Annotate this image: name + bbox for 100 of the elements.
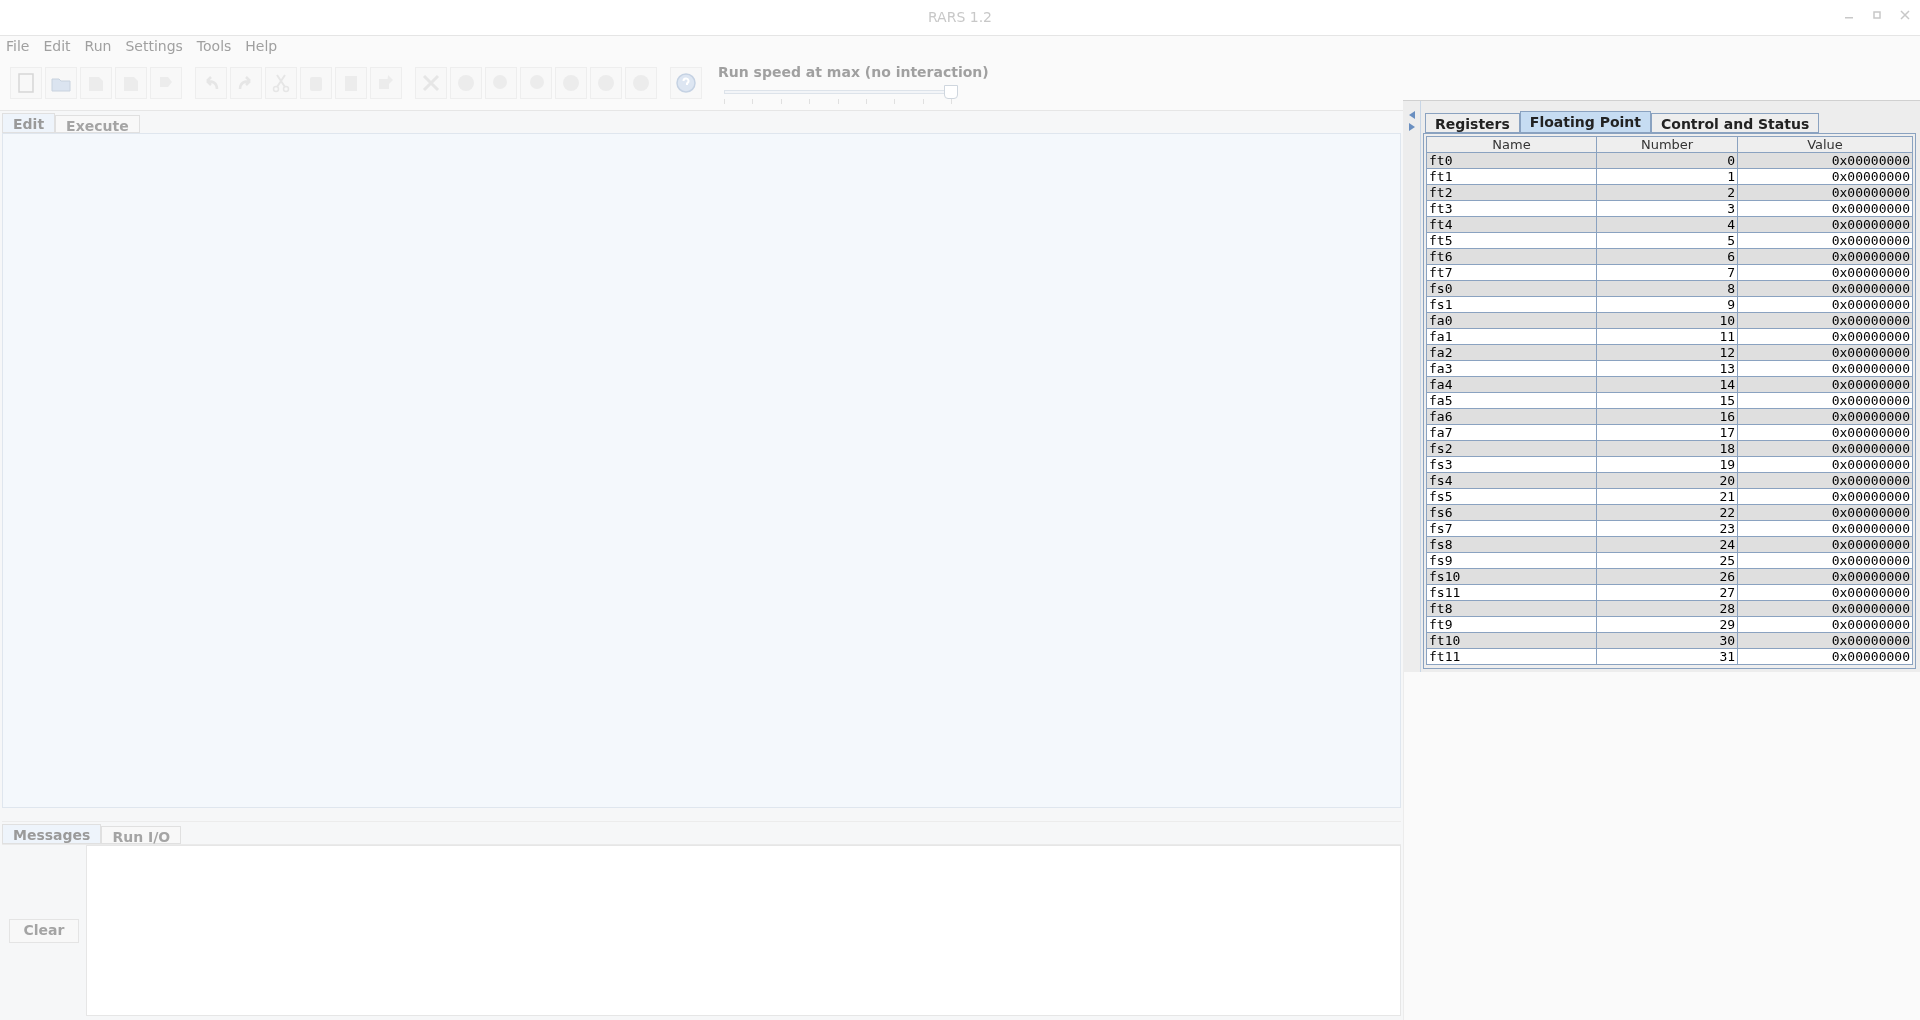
table-cell: 0x00000000 [1737, 584, 1913, 601]
table-cell: 0x00000000 [1737, 552, 1913, 569]
table-cell: ft0 [1426, 152, 1597, 169]
table-cell: 0x00000000 [1737, 360, 1913, 377]
editor-area[interactable] [2, 133, 1401, 808]
table-cell: 0x00000000 [1737, 392, 1913, 409]
table-cell: fs4 [1426, 472, 1597, 489]
menu-item[interactable]: Edit [43, 35, 71, 57]
table-cell: ft1 [1426, 168, 1597, 185]
table-cell: 29 [1596, 616, 1738, 633]
table-cell: 0x00000000 [1737, 600, 1913, 617]
table-cell: ft11 [1426, 648, 1597, 665]
table-cell: ft2 [1426, 184, 1597, 201]
close-icon[interactable] [1900, 10, 1910, 20]
menu-item[interactable]: Run [84, 35, 112, 57]
table-cell: 31 [1596, 648, 1738, 665]
table-cell: ft7 [1426, 264, 1597, 281]
column-header[interactable]: Name [1426, 136, 1597, 153]
column-header[interactable]: Number [1596, 136, 1738, 153]
table-cell: 0x00000000 [1737, 328, 1913, 345]
table-cell: 21 [1596, 488, 1738, 505]
table-cell: 8 [1596, 280, 1738, 297]
toolbar-button[interactable] [45, 67, 77, 99]
table-cell: ft4 [1426, 216, 1597, 233]
table-cell: fs9 [1426, 552, 1597, 569]
maximize-icon[interactable] [1872, 10, 1882, 20]
collapse-left-icon[interactable] [1408, 111, 1415, 119]
table-cell: fs10 [1426, 568, 1597, 585]
table-cell: fs11 [1426, 584, 1597, 601]
table-cell: fa4 [1426, 376, 1597, 393]
table-cell: 24 [1596, 536, 1738, 553]
table-cell: 6 [1596, 248, 1738, 265]
table-cell: 0x00000000 [1737, 408, 1913, 425]
menu-item[interactable]: File [6, 35, 30, 57]
table-cell: ft9 [1426, 616, 1597, 633]
table-cell: 14 [1596, 376, 1738, 393]
table-cell: fa5 [1426, 392, 1597, 409]
menu-item[interactable]: Help [245, 35, 278, 57]
table-cell: fs3 [1426, 456, 1597, 473]
table-cell: 25 [1596, 552, 1738, 569]
column-header[interactable]: Value [1737, 136, 1913, 153]
table-cell: 0x00000000 [1737, 536, 1913, 553]
table-cell: fa7 [1426, 424, 1597, 441]
table-cell: 4 [1596, 216, 1738, 233]
table-cell: 0x00000000 [1737, 280, 1913, 297]
tab[interactable]: Edit [2, 113, 56, 133]
clear-button[interactable]: Clear [9, 918, 79, 943]
table-cell: 9 [1596, 296, 1738, 313]
table-cell: 0x00000000 [1737, 168, 1913, 185]
table-cell: 0x00000000 [1737, 520, 1913, 537]
table-cell: 5 [1596, 232, 1738, 249]
table-cell: 30 [1596, 632, 1738, 649]
table-cell: 0x00000000 [1737, 296, 1913, 313]
table-cell: 0x00000000 [1737, 232, 1913, 249]
table-cell: fa3 [1426, 360, 1597, 377]
table-cell: 0x00000000 [1737, 632, 1913, 649]
table-cell: fs6 [1426, 504, 1597, 521]
table-cell: 28 [1596, 600, 1738, 617]
table-cell: 19 [1596, 456, 1738, 473]
table-cell: fa1 [1426, 328, 1597, 345]
tab[interactable]: Execute [55, 115, 140, 133]
toolbar-button[interactable] [10, 67, 42, 99]
table-cell: 10 [1596, 312, 1738, 329]
table-cell: fa6 [1426, 408, 1597, 425]
run-speed-label: Run speed at max (no interaction) [718, 62, 989, 82]
table-cell: 0x00000000 [1737, 248, 1913, 265]
tab[interactable]: Floating Point [1519, 111, 1651, 133]
toolbar-button[interactable] [670, 67, 702, 99]
expand-right-icon[interactable] [1408, 123, 1415, 131]
table-cell: 16 [1596, 408, 1738, 425]
tab[interactable]: Messages [2, 824, 102, 844]
table-cell: fs1 [1426, 296, 1597, 313]
table-cell: 7 [1596, 264, 1738, 281]
table-cell: fs5 [1426, 488, 1597, 505]
table-cell: 0x00000000 [1737, 456, 1913, 473]
menu-item[interactable]: Settings [125, 35, 183, 57]
table-cell: fs7 [1426, 520, 1597, 537]
menu-item[interactable]: Tools [196, 35, 232, 57]
table-cell: 27 [1596, 584, 1738, 601]
table-cell: ft8 [1426, 600, 1597, 617]
table-cell: 3 [1596, 200, 1738, 217]
table-cell: fa0 [1426, 312, 1597, 329]
table-cell: ft10 [1426, 632, 1597, 649]
table-cell: 0x00000000 [1737, 424, 1913, 441]
table-cell: fs0 [1426, 280, 1597, 297]
tab[interactable]: Registers [1425, 113, 1520, 133]
table-cell: 2 [1596, 184, 1738, 201]
table-cell: 11 [1596, 328, 1738, 345]
tab[interactable]: Run I/O [101, 826, 182, 844]
table-cell: fs8 [1426, 536, 1597, 553]
table-cell: 0x00000000 [1737, 648, 1913, 665]
table-cell: fa2 [1426, 344, 1597, 361]
tab[interactable]: Control and Status [1651, 113, 1820, 133]
table-cell: 0x00000000 [1737, 616, 1913, 633]
table-cell: 1 [1596, 168, 1738, 185]
table-cell: 0x00000000 [1737, 184, 1913, 201]
messages-area[interactable] [86, 845, 1401, 1016]
table-cell: 0x00000000 [1737, 488, 1913, 505]
table-cell: 0x00000000 [1737, 504, 1913, 521]
table-cell: 12 [1596, 344, 1738, 361]
